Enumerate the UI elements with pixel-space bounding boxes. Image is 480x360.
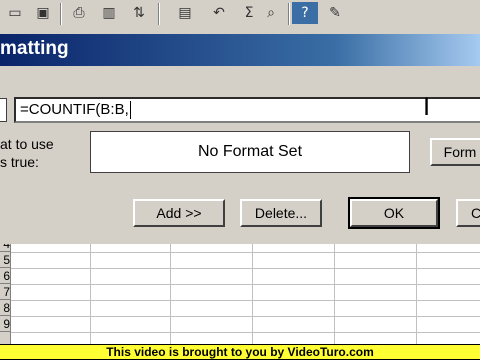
save-icon[interactable]: ▣ <box>30 2 56 24</box>
condition-label: at to use s true: <box>0 136 54 170</box>
row-number[interactable]: 8 <box>0 300 10 316</box>
format-button[interactable]: Form <box>430 138 480 166</box>
worksheet-grid[interactable]: 4 5 6 7 8 9 <box>0 244 480 344</box>
help-icon[interactable]: ? <box>292 2 318 24</box>
row-number[interactable]: 4 <box>0 244 10 252</box>
row-header-column: 4 5 6 7 8 9 <box>0 244 11 344</box>
delete-button-label: Delete... <box>254 205 308 221</box>
ok-button[interactable]: OK <box>348 197 440 229</box>
dialog-titlebar[interactable]: matting <box>0 34 480 66</box>
row-number[interactable]: 9 <box>0 316 10 332</box>
ok-button-label: OK <box>383 205 405 221</box>
text-caret <box>129 101 131 120</box>
sort-icon[interactable]: ⇅ <box>126 2 152 24</box>
row-number[interactable]: 5 <box>0 252 10 268</box>
zoom-icon[interactable]: ⌕ <box>258 2 284 24</box>
formula-input[interactable]: =COUNTIF(B:B, <box>14 97 480 123</box>
chart-icon[interactable]: ▥ <box>96 2 122 24</box>
print-icon[interactable]: ⎙ <box>66 2 92 24</box>
cancel-button[interactable]: C <box>456 199 480 227</box>
formula-text: =COUNTIF(B:B, <box>20 101 129 118</box>
undo-icon[interactable]: ↶ <box>206 2 232 24</box>
delete-button[interactable]: Delete... <box>240 199 322 227</box>
add-button-label: Add >> <box>156 205 202 221</box>
cancel-button-label: C <box>470 205 480 221</box>
add-button[interactable]: Add >> <box>133 199 225 227</box>
drawing-icon[interactable]: ✎ <box>322 2 348 24</box>
dialog-title: matting <box>0 38 69 59</box>
format-preview: No Format Set <box>90 131 410 173</box>
excel-toolbar: ▭ ▣ ⎙ ▥ ⇅ ▤ ↶ Σ ⌕ ? ✎ <box>0 0 480 35</box>
row-number[interactable]: 7 <box>0 284 10 300</box>
paste-icon[interactable]: ▤ <box>172 2 198 24</box>
format-button-label: Form <box>443 144 477 160</box>
banner-text: This video is brought to you by VideoTur… <box>0 345 480 359</box>
row-number[interactable]: 6 <box>0 268 10 284</box>
promo-banner: This video is brought to you by VideoTur… <box>0 344 480 360</box>
ibeam-cursor-icon: I <box>423 93 431 121</box>
condition-dropdown[interactable] <box>0 98 7 122</box>
conditional-formatting-dialog: matting =COUNTIF(B:B, I at to use s true… <box>0 34 480 244</box>
new-icon[interactable]: ▭ <box>2 2 28 24</box>
preview-text: No Format Set <box>197 143 303 160</box>
